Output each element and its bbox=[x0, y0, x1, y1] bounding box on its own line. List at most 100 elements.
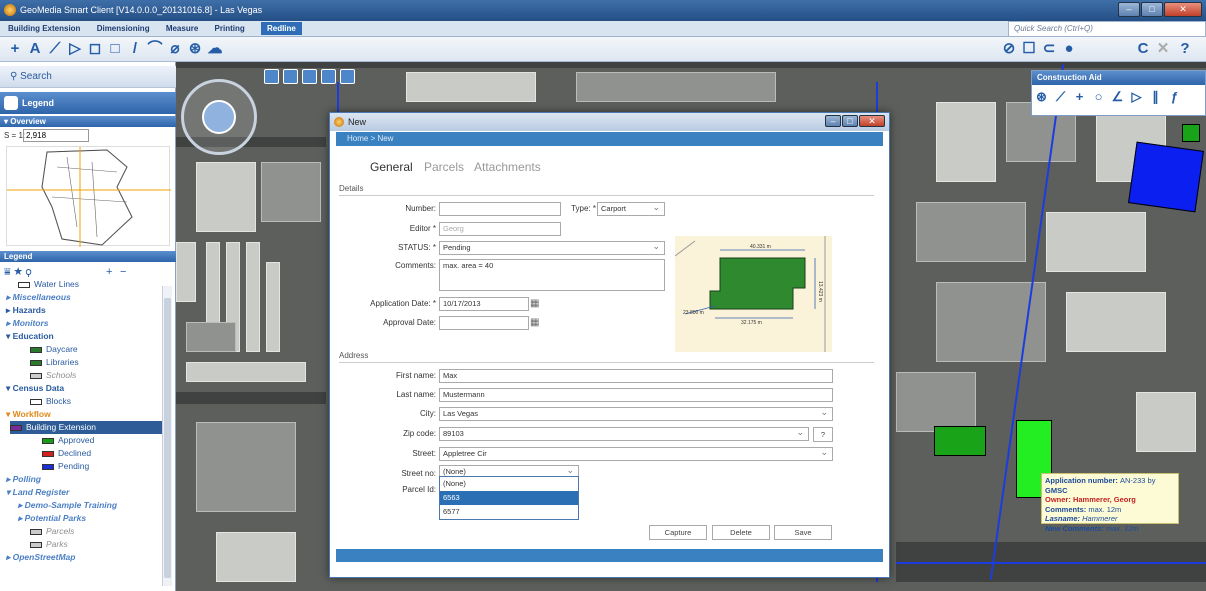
dropdown-option-selected[interactable]: 6563 bbox=[440, 491, 578, 505]
remove-layer-icon[interactable]: − bbox=[120, 265, 126, 279]
line-aid-icon[interactable]: ⟋ bbox=[1051, 89, 1070, 105]
dialog-maximize-button[interactable]: □ bbox=[842, 115, 858, 127]
add-text-icon[interactable]: A bbox=[26, 40, 44, 58]
filter-icon[interactable]: ⩸ bbox=[4, 266, 11, 278]
legend-group[interactable]: ▸ Miscellaneous bbox=[6, 291, 162, 304]
dropdown-option[interactable]: (None) bbox=[440, 477, 578, 491]
zip-code-select[interactable]: 89103 bbox=[439, 426, 809, 441]
overview-header[interactable]: ▾ Overview bbox=[0, 116, 176, 127]
tab-parcels[interactable]: Parcels bbox=[424, 160, 464, 174]
draw-line-icon[interactable]: ⟋ bbox=[46, 40, 64, 58]
legend-layer[interactable]: Parks bbox=[30, 538, 162, 551]
nav-button-5[interactable] bbox=[340, 69, 355, 84]
parallel-aid-icon[interactable]: ∥ bbox=[1146, 89, 1165, 105]
legend-layer[interactable]: Water Lines bbox=[18, 278, 162, 291]
dialog-minimize-button[interactable]: – bbox=[825, 115, 841, 127]
star-icon[interactable]: ★ bbox=[14, 266, 23, 278]
overview-map[interactable] bbox=[6, 146, 171, 247]
city-select[interactable]: Las Vegas bbox=[439, 406, 833, 421]
legend-layer[interactable]: Building Extension bbox=[10, 421, 162, 434]
dialog-close-button[interactable]: ✕ bbox=[859, 115, 885, 127]
tab-attachments[interactable]: Attachments bbox=[474, 160, 541, 174]
legend-group[interactable]: ▸ Potential Parks bbox=[18, 512, 162, 525]
angle-aid-icon[interactable]: ∠ bbox=[1108, 89, 1127, 105]
eraser-icon[interactable]: ⌀ bbox=[166, 40, 184, 58]
legend-layer[interactable]: Daycare bbox=[30, 343, 162, 356]
refresh-icon[interactable]: C bbox=[1134, 40, 1152, 58]
map-parcel-approved[interactable] bbox=[934, 426, 986, 456]
polygon-aid-icon[interactable]: ▷ bbox=[1127, 89, 1146, 105]
legend-group[interactable]: ▾ Census Data bbox=[6, 382, 162, 395]
cloud-delete-icon[interactable]: ☁ bbox=[206, 40, 224, 58]
tab-measure[interactable]: Measure bbox=[166, 24, 198, 33]
snap-icon[interactable]: ⊛ bbox=[1032, 89, 1051, 105]
save-button[interactable]: Save bbox=[774, 525, 832, 540]
map-parcel-pending[interactable] bbox=[1128, 141, 1204, 213]
legend-layer[interactable]: Declined bbox=[42, 447, 162, 460]
circle-aid-icon[interactable]: ○ bbox=[1089, 89, 1108, 104]
application-date-field[interactable]: 10/17/2013 bbox=[439, 297, 529, 311]
calendar-icon[interactable]: ▦ bbox=[530, 298, 539, 309]
legend-group[interactable]: ▸ Hazards bbox=[6, 304, 162, 317]
legend-group[interactable]: ▾ Land Register bbox=[6, 486, 162, 499]
zip-help-button[interactable]: ? bbox=[813, 427, 833, 442]
tab-redline[interactable]: Redline bbox=[260, 22, 302, 35]
capture-button[interactable]: Capture bbox=[649, 525, 707, 540]
status-select[interactable]: Pending bbox=[439, 240, 665, 255]
map-parcel-approved-small[interactable] bbox=[1182, 124, 1200, 142]
draw-rectangle-icon[interactable]: □ bbox=[106, 40, 124, 58]
legend-group[interactable]: ▾ Education bbox=[6, 330, 162, 343]
quick-search-input[interactable]: Quick Search (Ctrl+Q) bbox=[1008, 21, 1206, 37]
comment-icon[interactable]: ☐ bbox=[1020, 40, 1038, 58]
link-icon[interactable]: ⊂ bbox=[1040, 40, 1058, 58]
help-icon[interactable]: ? bbox=[1176, 40, 1194, 58]
annotation-icon[interactable]: ⊛ bbox=[186, 40, 204, 58]
comments-field[interactable]: max. area = 40 bbox=[439, 259, 665, 291]
parcel-id-dropdown-list[interactable]: (None) 6563 6577 bbox=[439, 476, 579, 520]
marker-icon[interactable]: ● bbox=[1060, 40, 1078, 58]
type-select[interactable]: Carport bbox=[597, 201, 665, 216]
pencil-icon[interactable]: / bbox=[126, 40, 144, 58]
search-legend-icon[interactable]: ⚲ bbox=[26, 266, 32, 278]
minimize-button[interactable]: – bbox=[1118, 2, 1140, 17]
calendar-icon[interactable]: ▦ bbox=[530, 317, 539, 328]
scale-input[interactable]: 2,918 bbox=[23, 129, 89, 142]
legend-layer[interactable]: Pending bbox=[42, 460, 162, 473]
search-panel-button[interactable]: ⚲ Search bbox=[0, 66, 176, 88]
legend-layer[interactable]: Parcels bbox=[30, 525, 162, 538]
legend-group[interactable]: ▸ Polling bbox=[6, 473, 162, 486]
street-select[interactable]: Appletree Cir bbox=[439, 446, 833, 461]
legend-layer[interactable]: Approved bbox=[42, 434, 162, 447]
map-navigation-control[interactable] bbox=[181, 79, 257, 155]
legend-group[interactable]: ▸ Demo-Sample Training bbox=[18, 499, 162, 512]
legend-group[interactable]: ▸ OpenStreetMap bbox=[6, 551, 162, 564]
tab-building-extension[interactable]: Building Extension bbox=[8, 24, 80, 33]
tab-dimensioning[interactable]: Dimensioning bbox=[97, 24, 150, 33]
first-name-field[interactable]: Max bbox=[439, 369, 833, 383]
delete-button[interactable]: Delete bbox=[712, 525, 770, 540]
legend-scrollbar[interactable] bbox=[162, 286, 172, 586]
nav-button-2[interactable] bbox=[283, 69, 298, 84]
legend-panel-button[interactable]: Legend bbox=[0, 92, 176, 114]
add-layer-icon[interactable]: + bbox=[106, 265, 112, 279]
editor-field[interactable]: Georg bbox=[439, 222, 561, 236]
legend-layer[interactable]: Schools bbox=[30, 369, 162, 382]
draw-polygon-icon[interactable]: ▷ bbox=[66, 40, 84, 58]
add-point-icon[interactable]: + bbox=[6, 40, 24, 58]
nav-button-4[interactable] bbox=[321, 69, 336, 84]
legend-layer[interactable]: Blocks bbox=[30, 395, 162, 408]
measure-icon[interactable]: ⌒ bbox=[146, 40, 164, 58]
legend-group[interactable]: ▸ Monitors bbox=[6, 317, 162, 330]
close-button[interactable]: ✕ bbox=[1164, 2, 1202, 17]
tab-general[interactable]: General bbox=[370, 160, 413, 174]
last-name-field[interactable]: Mustermann bbox=[439, 388, 833, 402]
cancel-icon[interactable]: ✕ bbox=[1154, 40, 1172, 58]
point-aid-icon[interactable]: + bbox=[1070, 89, 1089, 104]
draw-shape-icon[interactable]: ◻ bbox=[86, 40, 104, 58]
tab-printing[interactable]: Printing bbox=[215, 24, 245, 33]
function-aid-icon[interactable]: ƒ bbox=[1165, 89, 1184, 104]
dropdown-option[interactable]: 6577 bbox=[440, 505, 578, 519]
clear-icon[interactable]: ⊘ bbox=[1000, 40, 1018, 58]
nav-button-3[interactable] bbox=[302, 69, 317, 84]
maximize-button[interactable]: □ bbox=[1141, 2, 1163, 17]
